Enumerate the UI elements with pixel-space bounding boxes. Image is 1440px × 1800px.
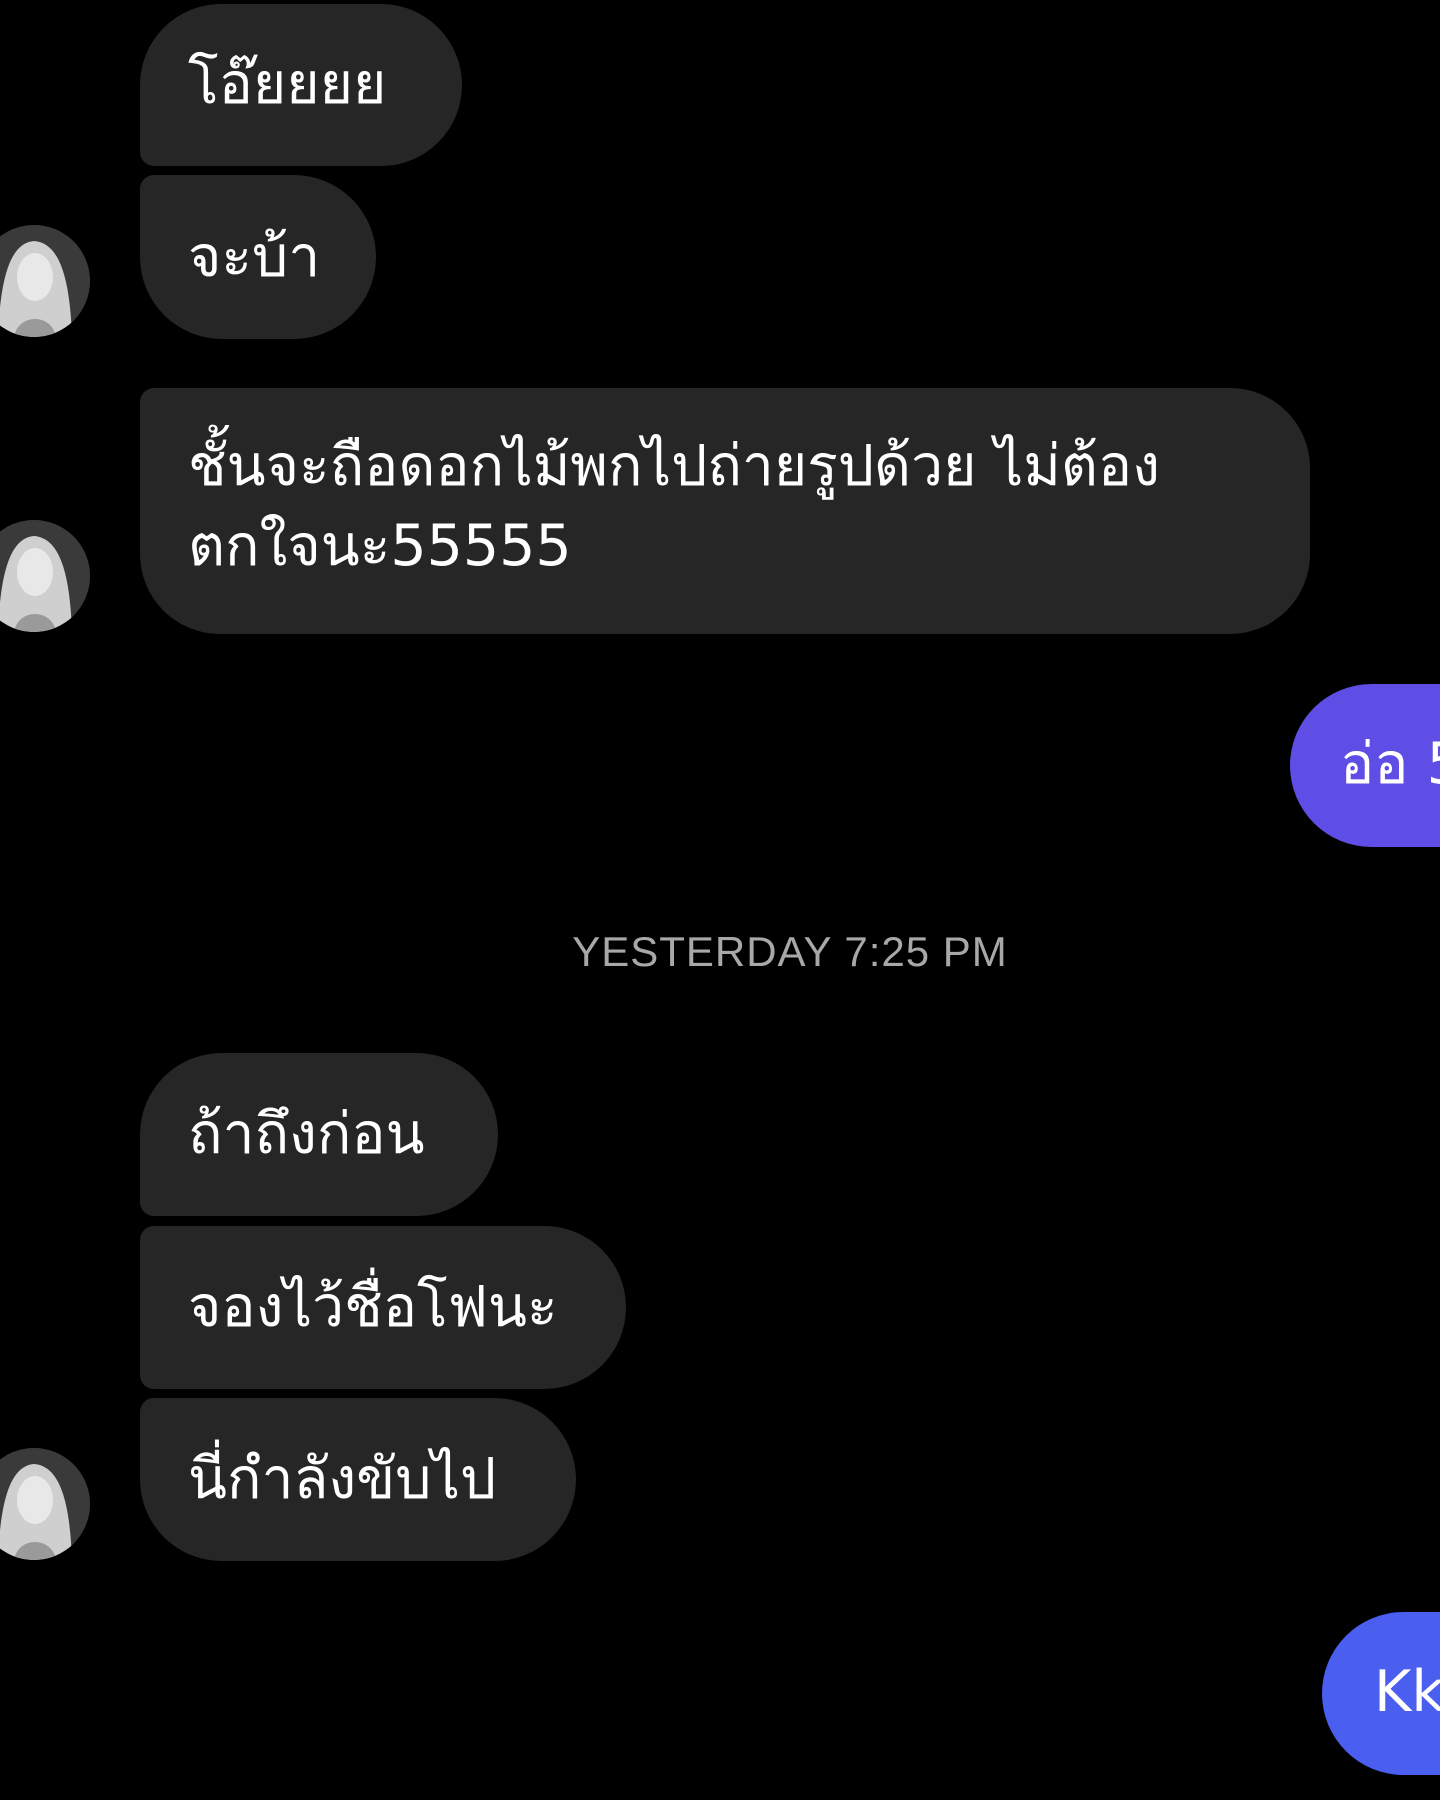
- message-text: ถ้าถึงก่อน: [188, 1101, 425, 1167]
- message-text: อ่อ 5: [1340, 731, 1440, 797]
- message-bubble-received[interactable]: จองไว้ชื่อโฟนะ: [140, 1226, 626, 1389]
- contact-avatar[interactable]: [0, 225, 90, 337]
- message-text: ชั้นจะถือดอกไม้พกไปถ่ายรูปด้วย ไม่ต้องตก…: [188, 433, 1160, 579]
- avatar-photo-icon: [0, 520, 90, 632]
- message-bubble-received[interactable]: ชั้นจะถือดอกไม้พกไปถ่ายรูปด้วย ไม่ต้องตก…: [140, 388, 1310, 634]
- message-bubble-received[interactable]: จะบ้า: [140, 175, 376, 339]
- message-text: นี่กำลังขับไป: [188, 1446, 497, 1512]
- message-text: โอ๊ยยยย: [188, 51, 387, 117]
- message-bubble-received[interactable]: โอ๊ยยยย: [140, 4, 462, 166]
- message-bubble-received[interactable]: นี่กำลังขับไป: [140, 1398, 576, 1561]
- message-text: จองไว้ชื่อโฟนะ: [188, 1274, 558, 1340]
- message-text: Kk: [1374, 1659, 1440, 1725]
- message-bubble-received[interactable]: ถ้าถึงก่อน: [140, 1053, 498, 1216]
- contact-avatar[interactable]: [0, 1448, 90, 1560]
- message-bubble-sent[interactable]: Kk: [1322, 1612, 1440, 1775]
- avatar-photo-icon: [0, 225, 90, 337]
- message-bubble-sent[interactable]: อ่อ 5: [1290, 684, 1440, 847]
- message-text: จะบ้า: [188, 224, 321, 290]
- avatar-photo-icon: [0, 1448, 90, 1560]
- contact-avatar[interactable]: [0, 520, 90, 632]
- timestamp: YESTERDAY 7:25 PM: [572, 928, 1008, 975]
